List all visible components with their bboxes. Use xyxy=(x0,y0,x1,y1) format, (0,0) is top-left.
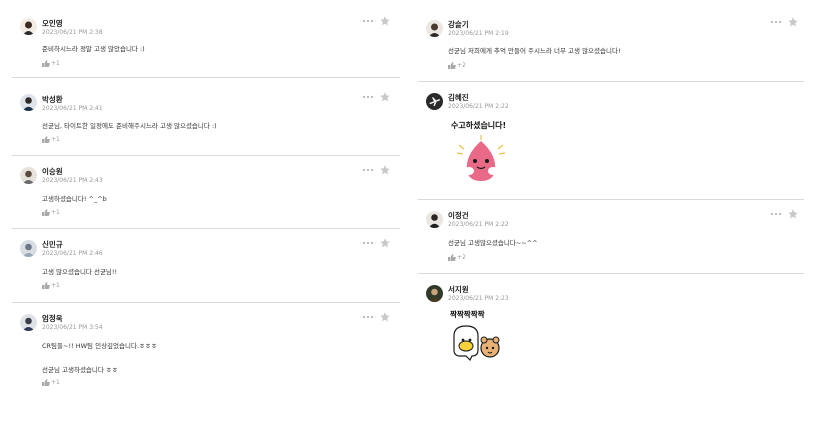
like-count: +2 xyxy=(457,254,466,261)
comment-text-line-2: 선균님 고생하셨습니다 ㅎㅎ xyxy=(42,366,118,374)
like-count: +1 xyxy=(51,282,60,289)
thumbs-up-icon xyxy=(42,60,50,67)
like-button[interactable]: +2 xyxy=(448,254,466,261)
comment-date: 2023/06/21 PM 2:46 xyxy=(42,250,103,257)
comment-text: 선균님 고생많으셨습니다~~^^ xyxy=(448,239,538,247)
avatar[interactable] xyxy=(20,94,37,111)
more-dots-icon[interactable] xyxy=(770,18,782,26)
comment-date: 2023/06/21 PM 2:23 xyxy=(448,295,509,302)
comment-item: 오인영 2023/06/21 PM 2:38 준비하시느라 정말 고생 많았습니… xyxy=(12,0,400,78)
avatar[interactable] xyxy=(20,314,37,331)
star-icon[interactable] xyxy=(380,16,390,26)
comment-text: CR팀들~!! HW팀 인상깊었습니다.ㅎㅎㅎ xyxy=(42,342,157,350)
comment-text: 선균님, 타이트한 일정에도 준비해주시느라 고생 많으셨습니다 :) xyxy=(42,122,217,130)
star-icon[interactable] xyxy=(380,238,390,248)
avatar[interactable] xyxy=(20,167,37,184)
comment-author[interactable]: 서지원 xyxy=(448,284,469,295)
star-icon[interactable] xyxy=(380,92,390,102)
thumbs-up-icon xyxy=(42,136,50,143)
thumbs-up-icon xyxy=(448,62,456,69)
comment-item: 이정건 2023/06/21 PM 2:22 선균님 고생많으셨습니다~~^^ … xyxy=(418,200,804,274)
comment-item: 이승원 2023/06/21 PM 2:43 고생하셨습니다! ^_^b +1 xyxy=(12,156,400,229)
star-icon[interactable] xyxy=(788,209,798,219)
sticker-clapping: 짝짝짝짝짝 xyxy=(450,309,512,372)
avatar[interactable] xyxy=(20,18,37,35)
like-button[interactable]: +1 xyxy=(42,282,60,289)
comment-item: 신민규 2023/06/21 PM 2:46 고생 많으셨습니다 선균님!! +… xyxy=(12,229,400,303)
comment-date: 2023/06/21 PM 3:54 xyxy=(42,324,103,331)
sticker-character-image xyxy=(453,325,500,362)
more-dots-icon[interactable] xyxy=(362,93,374,101)
more-dots-icon[interactable] xyxy=(362,313,374,321)
more-dots-icon[interactable] xyxy=(362,166,374,174)
comment-text: 선균님 저희에게 추억 만들어 주시느라 너무 고생 많으셨습니다! xyxy=(448,47,621,55)
comment-date: 2023/06/21 PM 2:22 xyxy=(448,103,509,110)
like-count: +1 xyxy=(51,60,60,67)
star-icon[interactable] xyxy=(380,165,390,175)
like-button[interactable]: +1 xyxy=(42,136,60,143)
comment-column-left: 오인영 2023/06/21 PM 2:38 준비하시느라 정말 고생 많았습니… xyxy=(12,0,400,398)
comment-author[interactable]: 오인영 xyxy=(42,18,63,29)
comment-item: 박성환 2023/06/21 PM 2:41 선균님, 타이트한 일정에도 준비… xyxy=(12,78,400,156)
comment-author[interactable]: 이승원 xyxy=(42,166,63,177)
like-button[interactable]: +1 xyxy=(42,209,60,216)
comment-item: 강슬기 2023/06/21 PM 2:19 선균님 저희에게 추억 만들어 주… xyxy=(418,0,804,82)
sticker-text: 수고하셨습니다! xyxy=(451,121,507,130)
thumbs-up-icon xyxy=(42,379,50,386)
sticker-congrats: 수고하셨습니다! xyxy=(451,120,511,187)
comment-date: 2023/06/21 PM 2:19 xyxy=(448,30,509,37)
like-count: +1 xyxy=(51,136,60,143)
like-count: +1 xyxy=(51,209,60,216)
comment-date: 2023/06/21 PM 2:41 xyxy=(42,105,103,112)
star-icon[interactable] xyxy=(380,312,390,322)
like-button[interactable]: +1 xyxy=(42,60,60,67)
comment-author[interactable]: 엄정욱 xyxy=(42,313,63,324)
sticker-character-image xyxy=(456,135,506,181)
comment-author[interactable]: 김혜진 xyxy=(448,92,469,103)
avatar[interactable] xyxy=(426,20,443,37)
like-button[interactable]: +2 xyxy=(448,62,466,69)
sticker-text: 짝짝짝짝짝 xyxy=(450,310,485,319)
comment-text: 고생하셨습니다! ^_^b xyxy=(42,195,107,203)
thumbs-up-icon xyxy=(42,209,50,216)
comment-author[interactable]: 이정건 xyxy=(448,210,469,221)
comment-item: 서지원 2023/06/21 PM 2:23 짝짝짝짝짝 xyxy=(418,274,804,374)
comment-date: 2023/06/21 PM 2:22 xyxy=(448,221,509,228)
avatar[interactable] xyxy=(426,93,443,110)
thumbs-up-icon xyxy=(448,254,456,261)
like-count: +2 xyxy=(457,62,466,69)
comment-text: 고생 많으셨습니다 선균님!! xyxy=(42,268,118,276)
comment-item: 김혜진 2023/06/21 PM 2:22 수고하셨습니다! xyxy=(418,82,804,200)
avatar[interactable] xyxy=(20,240,37,257)
comment-author[interactable]: 박성환 xyxy=(42,94,63,105)
thumbs-up-icon xyxy=(42,282,50,289)
star-icon[interactable] xyxy=(788,17,798,27)
like-count: +1 xyxy=(51,379,60,386)
more-dots-icon[interactable] xyxy=(362,239,374,247)
avatar[interactable] xyxy=(426,211,443,228)
comment-date: 2023/06/21 PM 2:43 xyxy=(42,177,103,184)
comment-text: 준비하시느라 정말 고생 많았습니다 :) xyxy=(42,45,145,53)
comment-author[interactable]: 강슬기 xyxy=(448,19,469,30)
more-dots-icon[interactable] xyxy=(362,17,374,25)
avatar[interactable] xyxy=(426,285,443,302)
more-dots-icon[interactable] xyxy=(770,210,782,218)
comment-item: 엄정욱 2023/06/21 PM 3:54 CR팀들~!! HW팀 인상깊었습… xyxy=(12,303,400,398)
comment-date: 2023/06/21 PM 2:38 xyxy=(42,29,103,36)
comment-column-right: 강슬기 2023/06/21 PM 2:19 선균님 저희에게 추억 만들어 주… xyxy=(418,0,804,374)
comment-author[interactable]: 신민규 xyxy=(42,239,63,250)
like-button[interactable]: +1 xyxy=(42,379,60,386)
